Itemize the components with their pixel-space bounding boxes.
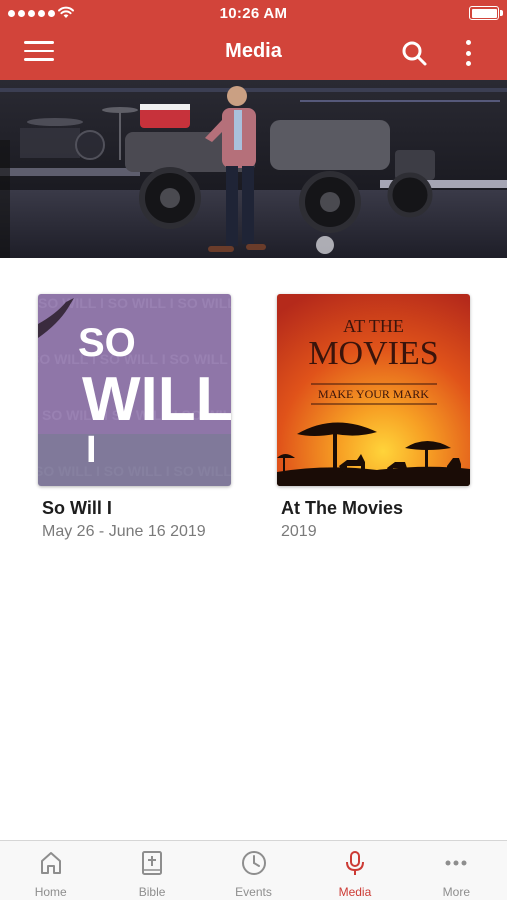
artwork-text-at-the: AT THE bbox=[343, 316, 404, 336]
tab-label: Bible bbox=[138, 885, 166, 899]
media-card-at-the-movies[interactable]: AT THE MOVIES MAKE YOUR MARK At The Movi… bbox=[277, 294, 470, 541]
microphone-icon bbox=[345, 851, 364, 875]
bottom-tab-bar: Home Bible Events Media More bbox=[0, 840, 507, 900]
media-card-subtitle: 2019 bbox=[281, 523, 317, 540]
tab-label: Media bbox=[338, 885, 372, 899]
more-dots-icon bbox=[445, 860, 467, 866]
page-title: Media bbox=[225, 40, 282, 62]
tab-more[interactable]: More bbox=[406, 841, 507, 900]
status-bar: 10:26 AM bbox=[0, 0, 507, 28]
stage-photo bbox=[0, 80, 507, 258]
at-the-movies-artwork: AT THE MOVIES MAKE YOUR MARK bbox=[277, 294, 470, 486]
media-card-subtitle: May 26 - June 16 2019 bbox=[42, 523, 206, 540]
artwork-text-tagline: MAKE YOUR MARK bbox=[318, 387, 429, 401]
artwork-text-will: WILL bbox=[82, 365, 231, 434]
media-card-title: At The Movies bbox=[281, 498, 404, 518]
navigation-bar: Media bbox=[0, 28, 507, 80]
clock-icon bbox=[241, 851, 266, 875]
status-time: 10:26 AM bbox=[219, 5, 288, 22]
tab-media[interactable]: Media bbox=[304, 841, 405, 900]
home-icon bbox=[40, 852, 61, 874]
tab-home[interactable]: Home bbox=[0, 841, 101, 900]
media-card-so-will-i[interactable]: SO WILL I SO WILL I SO WILL I SO WILL I … bbox=[38, 294, 231, 541]
tab-label: Events bbox=[235, 885, 272, 899]
featured-media-banner[interactable] bbox=[0, 80, 507, 258]
artwork-text-i: I bbox=[86, 429, 97, 471]
tab-events[interactable]: Events bbox=[203, 841, 304, 900]
so-will-i-artwork: SO WILL I SO WILL I SO WILL I SO WILL I … bbox=[38, 294, 231, 486]
search-icon[interactable] bbox=[400, 39, 428, 67]
tab-label: More bbox=[442, 885, 470, 899]
tab-bible[interactable]: Bible bbox=[101, 841, 202, 900]
artwork-text-movies: MOVIES bbox=[308, 335, 438, 372]
kebab-menu-icon[interactable] bbox=[458, 38, 478, 68]
media-card-title: So Will I bbox=[42, 498, 112, 518]
battery-icon bbox=[469, 6, 503, 20]
tab-label: Home bbox=[34, 885, 67, 899]
app-header: 10:26 AM Media bbox=[0, 0, 507, 80]
artwork-text-so: SO bbox=[78, 321, 136, 365]
bible-icon bbox=[142, 851, 163, 875]
